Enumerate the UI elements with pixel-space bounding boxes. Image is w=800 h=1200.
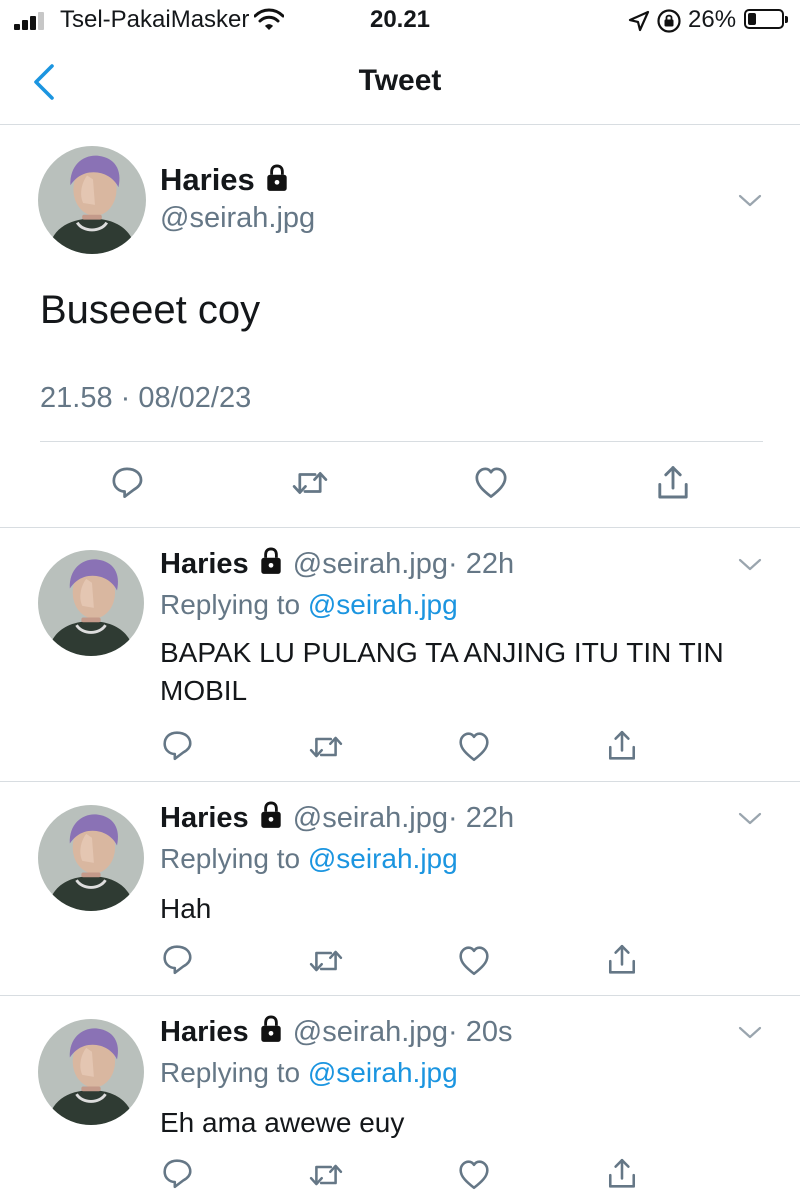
divider [0,781,800,782]
replying-to-mention[interactable]: @seirah.jpg [308,843,458,874]
lock-icon [259,1015,282,1043]
share-icon[interactable] [606,942,638,976]
reply-text: BAPAK LU PULANG TA ANJING ITU TIN TIN MO… [160,637,724,706]
author-handle[interactable]: @seirah.jpg [160,202,315,235]
author-name[interactable]: Haries [160,162,255,197]
orientation-lock-icon [657,9,681,33]
reply-icon[interactable] [162,1158,194,1190]
replying-to: Replying to @seirah.jpg [160,1057,458,1089]
retweet-icon[interactable] [306,1159,346,1191]
reply-header: Haries @seirah.jpg· 22h [160,547,514,581]
chevron-down-icon[interactable] [738,812,762,826]
reply-icon[interactable] [111,466,145,500]
reply-header: Haries @seirah.jpg· 20s [160,1015,512,1049]
tweet-age: · 22h [447,548,515,580]
chevron-down-icon[interactable] [738,1026,762,1040]
reply-header: Haries @seirah.jpg· 22h [160,801,514,835]
avatar[interactable] [38,1019,144,1125]
tweet-age: · 20s [447,1016,513,1048]
reply-icon[interactable] [162,730,194,762]
avatar[interactable] [38,146,146,254]
retweet-icon[interactable] [306,731,346,763]
share-icon[interactable] [606,1156,638,1190]
retweet-icon[interactable] [306,945,346,977]
replying-to: Replying to @seirah.jpg [160,843,458,875]
avatar[interactable] [38,805,144,911]
heart-icon[interactable] [457,1159,491,1191]
lock-icon [266,164,289,192]
tweet-timestamp[interactable]: 21.58 · 08/02/23 [40,382,251,415]
avatar[interactable] [38,550,144,656]
battery-icon [744,9,788,29]
reply-text: Hah [160,893,212,924]
tweet-age: · 22h [447,802,515,834]
status-bar: Tsel-PakaiMasker 20.21 26% [0,0,800,40]
author-name-row[interactable]: Haries [160,162,291,198]
reply-icon[interactable] [162,944,194,976]
location-arrow-icon [628,10,650,32]
author-handle[interactable]: @seirah.jpg [293,1016,448,1048]
chevron-down-icon[interactable] [738,194,762,208]
author-handle[interactable]: @seirah.jpg [293,548,448,580]
page-title: Tweet [358,64,442,97]
divider [0,527,800,528]
author-name[interactable]: Haries [160,802,249,834]
reply-text: Eh ama awewe euy [160,1107,405,1138]
replying-to-label: Replying to [160,589,308,620]
divider [0,995,800,996]
heart-icon[interactable] [457,945,491,977]
retweet-icon[interactable] [289,466,331,500]
heart-icon[interactable] [473,466,509,500]
author-name[interactable]: Haries [160,1016,249,1048]
tweet-text: Buseeet coy [40,288,261,332]
share-icon[interactable] [655,464,691,500]
heart-icon[interactable] [457,731,491,763]
replying-to-label: Replying to [160,1057,308,1088]
replying-to-mention[interactable]: @seirah.jpg [308,589,458,620]
battery-percent: 26% [688,6,737,33]
author-handle[interactable]: @seirah.jpg [293,802,448,834]
replying-to-mention[interactable]: @seirah.jpg [308,1057,458,1088]
divider [40,441,763,442]
chevron-down-icon[interactable] [738,558,762,572]
author-name[interactable]: Haries [160,548,249,580]
replying-to: Replying to @seirah.jpg [160,589,458,621]
navigation-bar: Tweet [0,40,800,125]
lock-icon [259,547,282,575]
lock-icon [259,801,282,829]
share-icon[interactable] [606,728,638,762]
replying-to-label: Replying to [160,843,308,874]
